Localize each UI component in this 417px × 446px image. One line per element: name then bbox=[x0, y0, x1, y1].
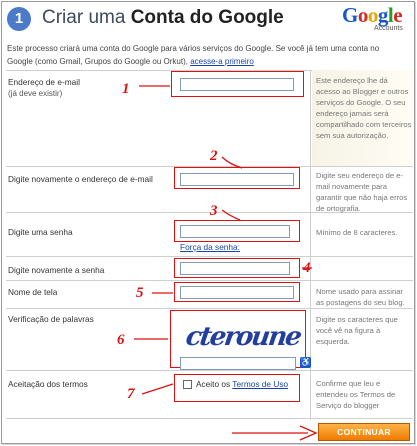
annotation-arrows bbox=[134, 85, 318, 441]
arrow-2 bbox=[221, 156, 243, 169]
arrow-3 bbox=[221, 209, 241, 221]
signup-page: 1 Criar uma Conta do Google Google Accou… bbox=[1, 1, 415, 444]
arrow-7 bbox=[141, 383, 174, 395]
